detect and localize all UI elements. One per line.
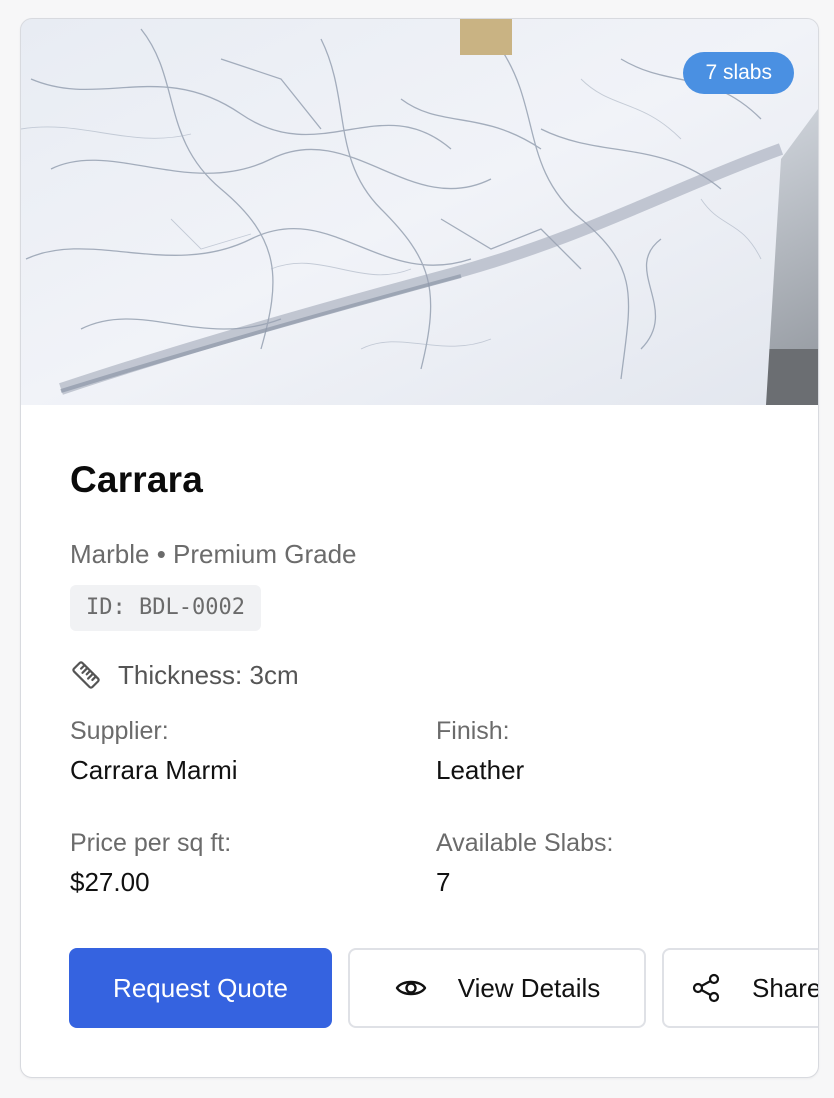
price-field: Price per sq ft: $27.00 — [70, 828, 231, 897]
thickness-text: Thickness: 3cm — [118, 659, 299, 690]
share-icon — [692, 973, 720, 1003]
slab-count-badge: 7 slabs — [683, 52, 794, 94]
slab-card: 7 slabs Carrara Marble • Premium Grade I… — [20, 18, 819, 1078]
product-id: ID: BDL-0002 — [70, 585, 261, 631]
slab-photo[interactable]: 7 slabs — [21, 19, 818, 405]
share-button[interactable]: Share — [662, 948, 819, 1028]
available-slabs-value: 7 — [436, 867, 451, 897]
supplier-field: Supplier: Carrara Marmi — [70, 716, 238, 785]
request-quote-button[interactable]: Request Quote — [69, 948, 332, 1028]
supplier-value: Carrara Marmi — [70, 755, 238, 785]
finish-value: Leather — [436, 755, 525, 785]
share-label: Share — [752, 972, 819, 1003]
request-quote-label: Request Quote — [113, 972, 288, 1003]
ruler-icon — [72, 661, 100, 689]
supplier-label: Supplier: — [70, 717, 169, 745]
thickness-row: Thickness: 3cm — [70, 659, 299, 691]
product-title: Carrara — [70, 459, 204, 500]
product-subtitle: Marble • Premium Grade — [70, 539, 357, 569]
available-slabs-field: Available Slabs: 7 — [436, 828, 613, 897]
available-slabs-label: Available Slabs: — [436, 829, 614, 857]
finish-label: Finish: — [436, 717, 510, 745]
eye-icon — [395, 980, 426, 996]
view-details-button[interactable]: View Details — [348, 948, 646, 1028]
price-label: Price per sq ft: — [70, 829, 232, 857]
finish-field: Finish: Leather — [436, 716, 524, 785]
price-value: $27.00 — [70, 867, 150, 897]
view-details-label: View Details — [457, 972, 601, 1003]
